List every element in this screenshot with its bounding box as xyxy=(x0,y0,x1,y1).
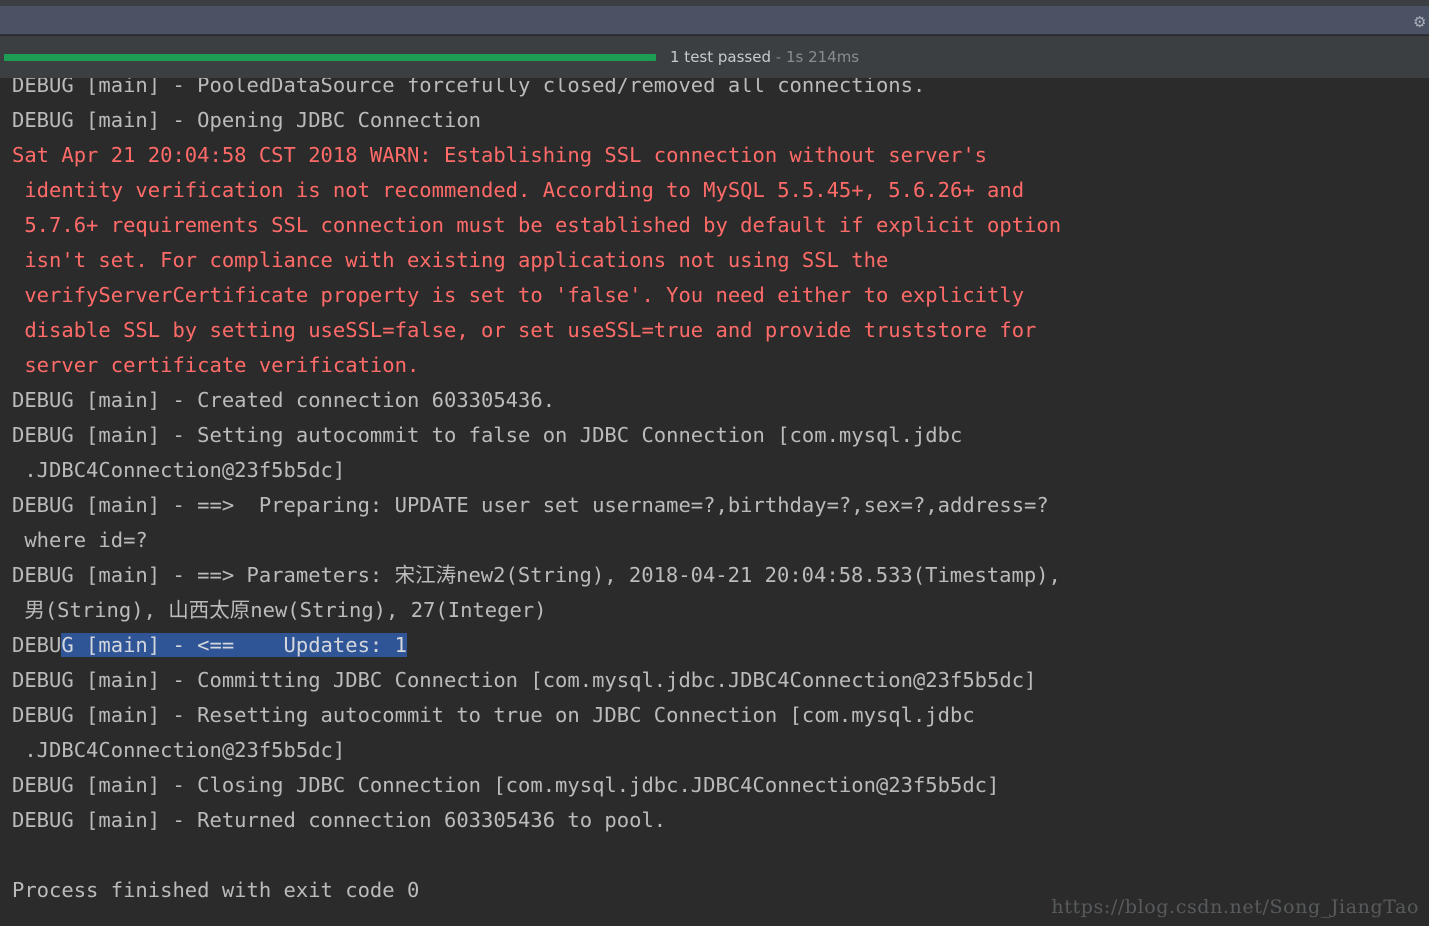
console-line-text: DEBUG [main] - Resetting autocommit to t… xyxy=(12,703,975,727)
console-line[interactable]: .JDBC4Connection@23f5b5dc] xyxy=(12,453,1422,488)
console-line-text: DEBUG [main] - PooledDataSource forceful… xyxy=(12,78,926,97)
console-line-text: disable SSL by setting useSSL=false, or … xyxy=(12,318,1037,342)
tests-passed-label: 1 test passed xyxy=(670,48,771,66)
console-line[interactable]: where id=? xyxy=(12,523,1422,558)
console-line-text: DEBUG [main] - ==> Parameters: 宋江涛new2(S… xyxy=(12,563,1061,587)
console-line[interactable]: server certificate verification. xyxy=(12,348,1422,383)
console-line[interactable]: DEBUG [main] - Returned connection 60330… xyxy=(12,803,1422,838)
status-separator: - xyxy=(770,48,786,66)
console-line[interactable]: DEBUG [main] - Committing JDBC Connectio… xyxy=(12,663,1422,698)
console-line-text: Sat Apr 21 20:04:58 CST 2018 WARN: Estab… xyxy=(12,143,988,167)
test-status-text: 1 test passed - 1s 214ms xyxy=(670,46,859,68)
console-line-text: where id=? xyxy=(12,528,148,552)
console-line-text: DEBUG [main] - Returned connection 60330… xyxy=(12,808,667,832)
test-progress-fill xyxy=(4,54,656,61)
console-line-text: Process finished with exit code 0 xyxy=(12,878,420,902)
test-duration-label: 1s 214ms xyxy=(785,48,860,66)
test-status-bar: 1 test passed - 1s 214ms xyxy=(0,36,1429,78)
console-line-text: DEBUG [main] - Committing JDBC Connectio… xyxy=(12,668,1037,692)
console-line[interactable]: DEBUG [main] - PooledDataSource forceful… xyxy=(12,78,1422,103)
console-line[interactable]: DEBUG [main] - Resetting autocommit to t… xyxy=(12,698,1422,733)
console-line-text: DEBUG [main] - Setting autocommit to fal… xyxy=(12,423,963,447)
console-line-text: verifyServerCertificate property is set … xyxy=(12,283,1025,307)
console-line-text: .JDBC4Connection@23f5b5dc] xyxy=(12,738,346,762)
console-line-list: DEBUG [main] - PooledDataSource forceful… xyxy=(12,78,1422,908)
console-line[interactable] xyxy=(12,838,1422,873)
console-line[interactable]: DEBUG [main] - Created connection 603305… xyxy=(12,383,1422,418)
console-line-text: DEBUG [main] - Opening JDBC Connection xyxy=(12,108,481,132)
console-line[interactable]: 5.7.6+ requirements SSL connection must … xyxy=(12,208,1422,243)
watermark-url: https://blog.csdn.net/Song_JiangTao xyxy=(1051,896,1419,918)
console-line[interactable]: disable SSL by setting useSSL=false, or … xyxy=(12,313,1422,348)
console-line[interactable]: DEBUG [main] - Opening JDBC Connection xyxy=(12,103,1422,138)
console-line-text: .JDBC4Connection@23f5b5dc] xyxy=(12,458,346,482)
gear-icon[interactable]: ⚙ xyxy=(1413,14,1427,30)
console-line-text: DEBUG [main] - Closing JDBC Connection [… xyxy=(12,773,1000,797)
console-line[interactable]: verifyServerCertificate property is set … xyxy=(12,278,1422,313)
console-line[interactable]: DEBUG [main] - ==> Parameters: 宋江涛new2(S… xyxy=(12,558,1422,593)
console-line[interactable]: DEBUG [main] - ==> Preparing: UPDATE use… xyxy=(12,488,1422,523)
console-line[interactable]: isn't set. For compliance with existing … xyxy=(12,243,1422,278)
console-line[interactable]: identity verification is not recommended… xyxy=(12,173,1422,208)
console-line-text: DEBUG [main] - ==> Preparing: UPDATE use… xyxy=(12,493,1049,517)
console-line[interactable]: DEBUG [main] - <== Updates: 1 xyxy=(12,628,1422,663)
console-line-text: DEBU xyxy=(12,633,62,657)
console-line[interactable]: DEBUG [main] - Setting autocommit to fal… xyxy=(12,418,1422,453)
console-line-text: DEBUG [main] - Created connection 603305… xyxy=(12,388,556,412)
console-line-text: identity verification is not recommended… xyxy=(12,178,1025,202)
ide-window: ⚙ 1 test passed - 1s 214ms DEBUG [main] … xyxy=(0,0,1429,926)
console-line[interactable]: DEBUG [main] - Closing JDBC Connection [… xyxy=(12,768,1422,803)
console-line-text: 5.7.6+ requirements SSL connection must … xyxy=(12,213,1062,237)
console-line[interactable]: .JDBC4Connection@23f5b5dc] xyxy=(12,733,1422,768)
console-line-text: server certificate verification. xyxy=(12,353,420,377)
run-toolbar[interactable]: ⚙ xyxy=(0,6,1429,35)
console-line-selection[interactable]: G [main] - <== Updates: 1 xyxy=(61,633,407,657)
console-line[interactable]: Sat Apr 21 20:04:58 CST 2018 WARN: Estab… xyxy=(12,138,1422,173)
console-output-panel[interactable]: DEBUG [main] - PooledDataSource forceful… xyxy=(0,78,1429,926)
console-line-text: isn't set. For compliance with existing … xyxy=(12,248,889,272)
console-line-text: 男(String), 山西太原new(String), 27(Integer) xyxy=(12,598,547,622)
console-line[interactable]: 男(String), 山西太原new(String), 27(Integer) xyxy=(12,593,1422,628)
console-line-text xyxy=(12,843,24,867)
